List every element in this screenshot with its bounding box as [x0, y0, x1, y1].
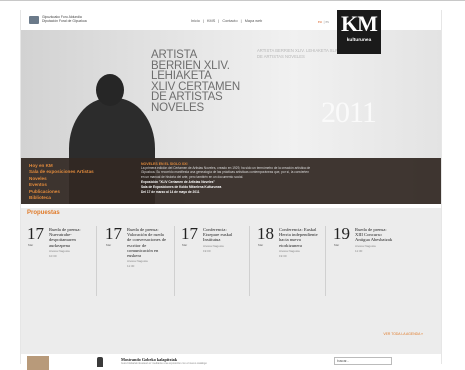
nav-separator: | [202, 19, 204, 23]
info-band: Hoy en KM Sala de exposiciones Artistas … [21, 158, 441, 204]
page: Gipuzkoako Foru Aldundia Diputación Fora… [20, 10, 442, 370]
side-menu-item-sala[interactable]: Sala de exposiciones Artistas Noveles [29, 169, 99, 182]
event-divider [96, 226, 97, 296]
news-exhibition-name: Exposición "XLIV Certamen de Artistas No… [141, 179, 215, 184]
event-divider [325, 226, 326, 296]
event-day: 17 [105, 224, 122, 243]
km-logo[interactable]: KM kulturunea [337, 10, 381, 54]
visitor-silhouette-head [96, 74, 124, 106]
bottle-thumbnail[interactable] [97, 357, 103, 367]
event-time: 19:00 [203, 248, 211, 253]
bottom-strip: Mostrando Gobeko kalapitxiak Gure bisita… [21, 354, 441, 370]
event-month: Mar [28, 243, 34, 247]
event-title[interactable]: Rueda de prensa: Valoración de rueda de … [127, 227, 167, 270]
see-all-agenda-link[interactable]: VER TODA LA AGENDA » [383, 332, 423, 336]
event-card[interactable]: 18 Mar Conferencia: Euskal Herria indepe… [257, 224, 319, 316]
event-time: 11:30 [127, 264, 135, 269]
news-block: NOVELES EN EL SIGLO XXI La primera edici… [141, 162, 311, 194]
event-time: 11:30 [355, 248, 363, 253]
hero-banner[interactable]: ARTISTA BERRIEN XLIV. LEHIAKETA XLIV CER… [21, 30, 441, 204]
event-card[interactable]: 17 Mar Rueda de prensa: Nuevatrabe-despo… [27, 224, 89, 316]
event-title-text[interactable]: Conferencia: Euskal Herria independiente… [279, 227, 318, 248]
hero-year: 2011 [321, 96, 377, 129]
nav-separator: | [218, 19, 220, 23]
event-card[interactable]: 19 Mar Rueda de prensa: XIII Concurso An… [333, 224, 395, 316]
agenda-section: Propuestas 17 Mar Rueda de prensa: Nueva… [21, 208, 441, 354]
event-month: Mar [334, 243, 340, 247]
event-title-text[interactable]: Rueda de prensa: Nuevatrabe-despoitamare… [49, 227, 81, 248]
agenda-title: Propuestas [27, 210, 60, 216]
event-day: 19 [333, 224, 350, 243]
nav-link-kms[interactable]: KMS [207, 19, 215, 23]
news-exhibition-room: Sala de Exposiciones de Koldo Mitxelena … [141, 185, 222, 190]
event-title[interactable]: Rueda de prensa: Nuevatrabe-despoitamare… [49, 227, 89, 259]
km-logo-name: kulturunea [337, 37, 381, 45]
event-time: 19:30 [279, 254, 287, 259]
language-switcher: eu | es [318, 20, 329, 24]
featured-thumbnail[interactable] [27, 356, 49, 370]
side-menu-item-biblioteca[interactable]: Biblioteca [29, 195, 99, 201]
event-day: 17 [27, 224, 44, 243]
event-divider [249, 226, 250, 296]
event-month: Mar [258, 243, 264, 247]
event-card[interactable]: 17 Mar Conferencia: Etxepare euskal Inst… [181, 224, 243, 316]
top-navigation: Inicio | KMS | Contacto | Mapa web [191, 19, 264, 23]
nav-link-mapa-web[interactable]: Mapa web [245, 19, 263, 23]
event-time: 10:30 [49, 254, 57, 259]
event-divider [174, 226, 175, 296]
nav-separator: | [240, 19, 242, 23]
lang-eu-link[interactable]: eu [318, 20, 322, 24]
side-menu: Hoy en KM Sala de exposiciones Artistas … [29, 163, 99, 201]
news-exhibition-dates: Del 17 de marzo al 14 de mayo de 2011 [141, 190, 200, 195]
lang-es-link[interactable]: | es [324, 20, 329, 24]
nav-link-contacto[interactable]: Contacto [222, 19, 237, 23]
government-logo-text[interactable]: Gipuzkoako Foru Aldundia Diputación Fora… [42, 15, 87, 23]
event-title[interactable]: Rueda de prensa: XIII Concurso Antigua A… [355, 227, 395, 254]
top-rule [0, 0, 465, 1]
event-title[interactable]: Conferencia: Etxepare euskal Institutua … [203, 227, 243, 254]
event-title-text[interactable]: Rueda de prensa: Valoración de rueda de … [127, 227, 166, 258]
event-day: 17 [181, 224, 198, 243]
nav-link-inicio[interactable]: Inicio [191, 19, 200, 23]
event-month: Mar [182, 243, 188, 247]
event-card[interactable]: 17 Mar Rueda de prensa: Valoración de ru… [105, 224, 167, 316]
news-body: La primera edición del Certamen de Artis… [141, 166, 311, 179]
hero-title: ARTISTA BERRIEN XLIV. LEHIAKETA XLIV CER… [151, 49, 240, 114]
km-logo-letters: KM [341, 11, 378, 36]
event-title[interactable]: Conferencia: Euskal Herria independiente… [279, 227, 319, 259]
event-title-text[interactable]: Rueda de prensa: XIII Concurso Antigua A… [355, 227, 392, 242]
logo-line-2: Diputación Foral de Gipuzkoa [42, 19, 87, 23]
event-title-text[interactable]: Conferencia: Etxepare euskal Institutua [203, 227, 232, 242]
event-day: 18 [257, 224, 274, 243]
government-logo-icon[interactable] [29, 16, 39, 24]
event-month: Mar [106, 243, 112, 247]
